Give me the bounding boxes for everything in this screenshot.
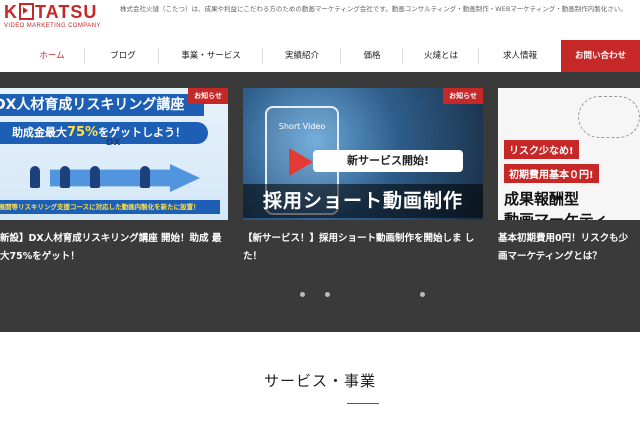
card-image-strip: 業展開等リスキリング支援コースに対応した動画内製化を新たに設置！ <box>0 200 220 214</box>
carousel-dot[interactable] <box>300 292 305 297</box>
nav-item-services[interactable]: 事業・サービス <box>164 40 258 72</box>
card-title[interactable]: 【新サービス！】採用ショート動画制作を開始しま した！ <box>243 230 483 266</box>
carousel-dot[interactable] <box>420 292 425 297</box>
nav-item-blog[interactable]: ブログ <box>92 40 154 72</box>
card-image-tag: 新サービス開始! <box>313 150 463 172</box>
card-image[interactable]: DX人材育成リスキリング講座 助成金最大75%をゲットしよう！ DX 業展開等リ… <box>0 88 228 220</box>
news-badge: お知らせ <box>188 88 228 104</box>
site-header: K TATSU VIDEO MARKETING COMPANY 株式会社火燵（こた… <box>0 0 640 40</box>
nav-item-recruit[interactable]: 求人情報 <box>484 40 556 72</box>
runner-figure <box>140 166 150 188</box>
play-icon <box>289 148 313 176</box>
nav-divider <box>402 48 403 64</box>
section-underline <box>347 403 379 404</box>
runner-figure <box>90 166 100 188</box>
card-image[interactable]: Short Video 新サービス開始! 採用ショート動画制作 お知らせ <box>243 88 483 220</box>
card-image-headline: 成果報酬型 動画マーケティ <box>504 190 608 220</box>
card-image-subhead: 助成金最大75%をゲットしよう！ <box>0 122 208 144</box>
news-carousel[interactable]: DX人材育成リスキリング講座 助成金最大75%をゲットしよう！ DX 業展開等リ… <box>0 72 640 332</box>
news-badge: お知らせ <box>443 88 483 104</box>
arrow-graphic <box>50 164 200 192</box>
nav-divider <box>84 48 85 64</box>
runner-figure <box>30 166 40 188</box>
card-image-line: リスク少なめ! <box>504 140 579 159</box>
doodle-graphic <box>578 96 640 138</box>
nav-item-home[interactable]: ホーム <box>24 40 80 72</box>
nav-item-about[interactable]: 火燵とは <box>408 40 474 72</box>
main-nav: ホーム ブログ 事業・サービス 実績紹介 価格 火燵とは 求人情報 お問い合わせ <box>0 40 640 72</box>
nav-item-works[interactable]: 実績紹介 <box>268 40 336 72</box>
dx-flag: DX <box>106 138 121 148</box>
card-image-headline: DX人材育成リスキリング講座 <box>0 94 204 116</box>
card-image[interactable]: リスク少なめ! 初期費用基本０円! 成果報酬型 動画マーケティ <box>498 88 640 220</box>
brand-logo[interactable]: K TATSU VIDEO MARKETING COMPANY <box>4 2 108 34</box>
nav-divider <box>478 48 479 64</box>
card-image-headline: 採用ショート動画制作 <box>243 184 483 218</box>
card-title[interactable]: 基本初期費用0円！リスクも少 画マーケティングとは？ <box>498 230 640 266</box>
carousel-pagination <box>0 292 640 302</box>
services-section: サービス・事業 <box>0 332 640 427</box>
nav-item-price[interactable]: 価格 <box>346 40 398 72</box>
nav-divider <box>158 48 159 64</box>
header-tagline: 株式会社火燵（こたつ）は、成果や利益にこだわる方のための動画マーケティング会社で… <box>120 5 627 13</box>
card-title[interactable]: 新設】DX人材育成リスキリング講座 開始！助成 最大75%をゲット！ <box>0 230 228 266</box>
runner-figure <box>60 166 70 188</box>
card-image-line: 初期費用基本０円! <box>504 164 599 183</box>
nav-divider <box>340 48 341 64</box>
carousel-dot[interactable] <box>325 292 330 297</box>
section-title: サービス・事業 <box>263 372 376 390</box>
logo-play-icon <box>19 3 34 20</box>
logo-subtitle: VIDEO MARKETING COMPANY <box>4 23 101 29</box>
logo-wordmark: K TATSU <box>4 2 98 22</box>
phone-label: Short Video <box>278 122 326 131</box>
contact-button[interactable]: お問い合わせ <box>561 40 640 72</box>
nav-divider <box>262 48 263 64</box>
